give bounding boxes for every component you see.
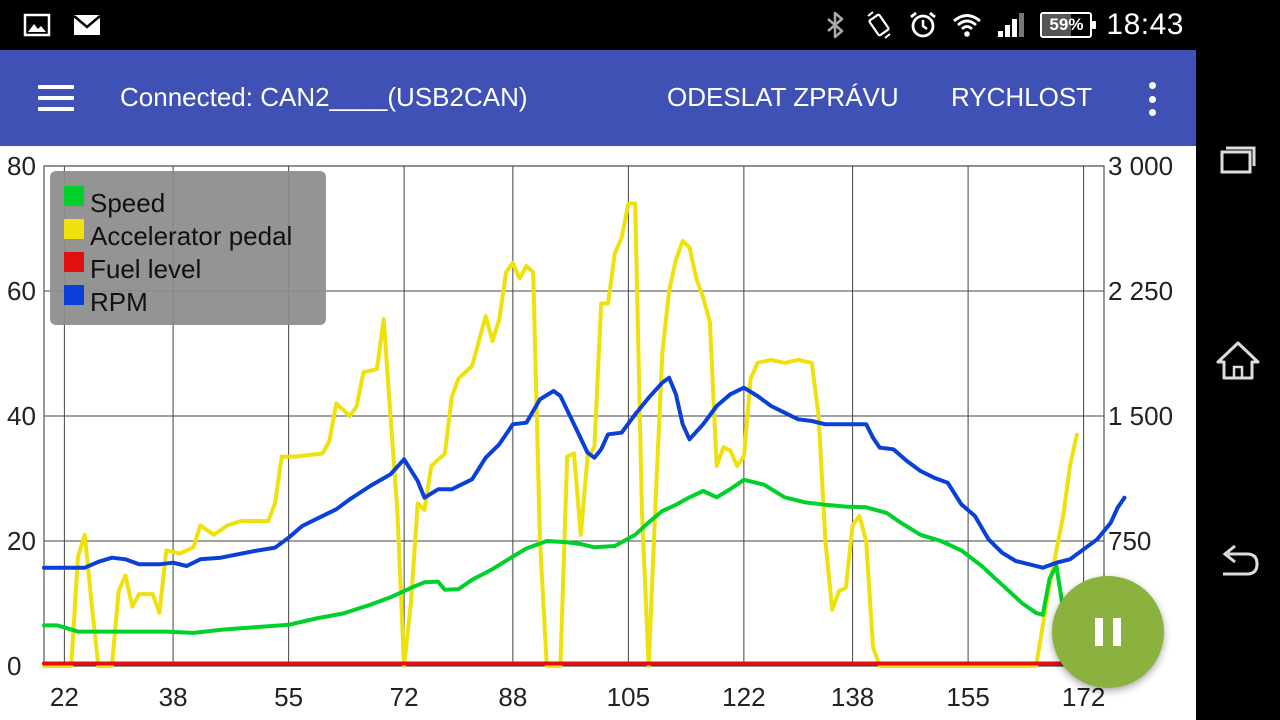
legend-label: Fuel level bbox=[90, 254, 201, 284]
alarm-icon bbox=[908, 10, 938, 40]
pause-icon bbox=[1095, 618, 1103, 646]
image-icon bbox=[22, 10, 52, 40]
x-tick-label: 22 bbox=[50, 682, 79, 712]
vibrate-icon bbox=[864, 10, 894, 40]
legend-label: RPM bbox=[90, 287, 148, 317]
legend-swatch bbox=[64, 186, 84, 206]
connection-title: Connected: CAN2____(USB2CAN) bbox=[120, 82, 528, 112]
legend-label: Accelerator pedal bbox=[90, 221, 292, 251]
line-chart[interactable]: 0 20 40 60 80 750 1 500 2 250 3 000 22 38 55 72 88 105… bbox=[0, 146, 1196, 720]
chart-area: 0 20 40 60 80 750 1 500 2 250 3 000 22 38 55 72 88 105… bbox=[0, 146, 1196, 720]
y-right-tick-label: 2 250 bbox=[1108, 276, 1173, 306]
y-left-tick-label: 80 bbox=[7, 151, 36, 181]
y-right-tick-label: 3 000 bbox=[1108, 151, 1173, 181]
y-left-tick-label: 20 bbox=[7, 526, 36, 556]
x-tick-label: 122 bbox=[722, 682, 765, 712]
x-tick-label: 105 bbox=[607, 682, 650, 712]
y-left-tick-label: 60 bbox=[7, 276, 36, 306]
app-bar: Connected: CAN2____(USB2CAN) ODESLAT ZPR… bbox=[0, 50, 1196, 146]
y-right-tick-label: 750 bbox=[1108, 526, 1151, 556]
mail-icon bbox=[72, 10, 102, 40]
legend-swatch bbox=[64, 219, 84, 239]
notification-icons bbox=[22, 10, 102, 40]
x-tick-label: 72 bbox=[390, 682, 419, 712]
battery-label: 59% bbox=[1049, 15, 1084, 34]
x-tick-label: 88 bbox=[498, 682, 527, 712]
pause-icon-bar bbox=[1113, 618, 1121, 646]
system-icons: 59% 18:43 bbox=[820, 0, 1184, 50]
wifi-icon bbox=[952, 10, 982, 40]
back-icon[interactable] bbox=[1213, 536, 1263, 586]
clock: 18:43 bbox=[1106, 8, 1184, 41]
navigation-bar bbox=[1196, 0, 1280, 720]
x-tick-label: 155 bbox=[946, 682, 989, 712]
menu-icon[interactable] bbox=[30, 76, 82, 120]
x-tick-label: 138 bbox=[831, 682, 874, 712]
legend-swatch bbox=[64, 285, 84, 305]
y-left-tick-label: 0 bbox=[7, 651, 21, 681]
status-bar: 59% 18:43 bbox=[0, 0, 1196, 50]
y-left-tick-label: 40 bbox=[7, 401, 36, 431]
battery-indicator: 59% bbox=[1040, 12, 1097, 38]
x-tick-label: 55 bbox=[274, 682, 303, 712]
y-right-tick-label: 1 500 bbox=[1108, 401, 1173, 431]
series-line-speed bbox=[42, 477, 1106, 665]
legend-label: Speed bbox=[90, 188, 165, 218]
signal-icon bbox=[996, 10, 1026, 40]
pause-button[interactable] bbox=[1052, 576, 1164, 688]
legend-swatch bbox=[64, 252, 84, 272]
recents-icon[interactable] bbox=[1213, 134, 1263, 184]
overflow-icon[interactable] bbox=[1138, 80, 1166, 118]
speed-button[interactable]: RYCHLOST bbox=[951, 82, 1092, 113]
bluetooth-icon bbox=[820, 10, 850, 40]
x-tick-label: 38 bbox=[159, 682, 188, 712]
send-message-button[interactable]: ODESLAT ZPRÁVU bbox=[667, 82, 899, 113]
home-icon[interactable] bbox=[1213, 336, 1263, 386]
